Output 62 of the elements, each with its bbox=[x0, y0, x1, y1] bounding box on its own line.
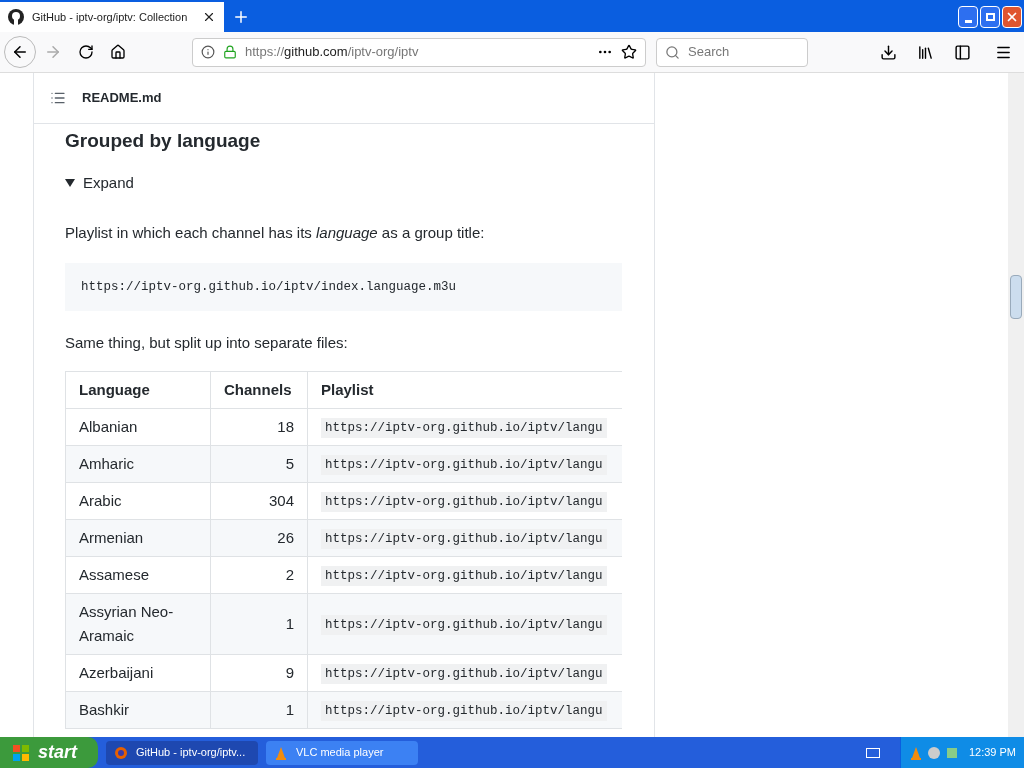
table-cell: Assyrian Neo-Aramaic bbox=[65, 593, 211, 655]
scrollbar-thumb[interactable] bbox=[1010, 275, 1022, 319]
close-tab-icon[interactable] bbox=[202, 10, 216, 24]
code-block: https://iptv-org.github.io/iptv/index.language.m3u bbox=[65, 262, 622, 312]
section-heading: Grouped by language bbox=[65, 129, 262, 153]
browser-icon bbox=[114, 745, 128, 760]
minimize-button[interactable] bbox=[958, 6, 978, 28]
table-cell: Bashkir bbox=[65, 691, 211, 729]
sidebar-icon[interactable] bbox=[954, 43, 971, 61]
table-cell: 1 bbox=[210, 593, 308, 655]
bookmark-star-icon[interactable] bbox=[621, 44, 637, 60]
tab-title: GitHub - iptv-org/iptv: Collection bbox=[32, 9, 189, 25]
info-icon[interactable] bbox=[201, 45, 215, 59]
list-icon[interactable] bbox=[50, 90, 66, 106]
home-icon[interactable] bbox=[110, 44, 126, 60]
table-cell: 2 bbox=[210, 556, 308, 594]
table-cell: 304 bbox=[210, 482, 308, 520]
table-cell: 5 bbox=[210, 445, 308, 483]
lock-icon bbox=[223, 45, 237, 59]
playlist-url: https://iptv-org.github.io/iptv/langu bbox=[321, 492, 607, 513]
table-cell: 1 bbox=[210, 691, 308, 729]
table-cell: Arabic bbox=[65, 482, 211, 520]
library-icon[interactable] bbox=[917, 43, 934, 61]
traffic-cone-icon bbox=[909, 745, 923, 760]
table-cell: Azerbaijani bbox=[65, 654, 211, 692]
search-field[interactable]: Search bbox=[656, 37, 808, 67]
start-button[interactable]: start bbox=[0, 737, 98, 768]
download-icon[interactable] bbox=[880, 43, 897, 61]
windows-logo-icon bbox=[12, 743, 30, 762]
taskbar-button[interactable]: VLC media player bbox=[266, 740, 418, 765]
table-cell: Albanian bbox=[65, 408, 211, 446]
search-icon bbox=[665, 44, 680, 60]
restore-button[interactable] bbox=[980, 6, 1000, 28]
traffic-cone-icon bbox=[274, 745, 288, 760]
split-paragraph: Same thing, but split up into separate files: bbox=[65, 333, 349, 354]
playlist-url: https://iptv-org.github.io/iptv/langu bbox=[321, 529, 607, 550]
expand-toggle[interactable]: Expand bbox=[65, 171, 134, 194]
column-header: Playlist bbox=[307, 371, 622, 409]
playlist-url: https://iptv-org.github.io/iptv/langu bbox=[321, 615, 607, 636]
taskbar-button[interactable]: GitHub - iptv-org/iptv... bbox=[106, 740, 258, 765]
playlist-url: https://iptv-org.github.io/iptv/langu bbox=[321, 566, 607, 587]
reload-icon[interactable] bbox=[78, 44, 94, 60]
table-cell: 9 bbox=[210, 654, 308, 692]
playlist-url: https://iptv-org.github.io/iptv/langu bbox=[321, 664, 607, 685]
intro-paragraph: Playlist in which each channel has its language as a group title: bbox=[65, 223, 486, 243]
playlist-url: https://iptv-org.github.io/iptv/langu bbox=[321, 418, 607, 439]
table-cell: 26 bbox=[210, 519, 308, 557]
playlist-url: https://iptv-org.github.io/iptv/langu bbox=[321, 701, 607, 722]
address-bar[interactable]: https://github.com/iptv-org/iptv bbox=[192, 37, 646, 67]
table-cell: Amharic bbox=[65, 445, 211, 483]
clock: 12:39 PM bbox=[968, 745, 1016, 761]
table-cell: 18 bbox=[210, 408, 308, 446]
column-header: Language bbox=[65, 371, 211, 409]
table-cell: Assamese bbox=[65, 556, 211, 594]
column-header: Channels bbox=[210, 371, 308, 409]
table-cell: Armenian bbox=[65, 519, 211, 557]
browser-tab[interactable]: GitHub - iptv-org/iptv: Collection bbox=[0, 2, 224, 32]
github-logo-icon bbox=[8, 9, 24, 25]
playlist-url: https://iptv-org.github.io/iptv/langu bbox=[321, 455, 607, 476]
new-tab-icon[interactable] bbox=[232, 8, 250, 26]
readme-filename: README.md bbox=[82, 89, 162, 108]
url-text: https://github.com/iptv-org/iptv bbox=[245, 43, 420, 62]
